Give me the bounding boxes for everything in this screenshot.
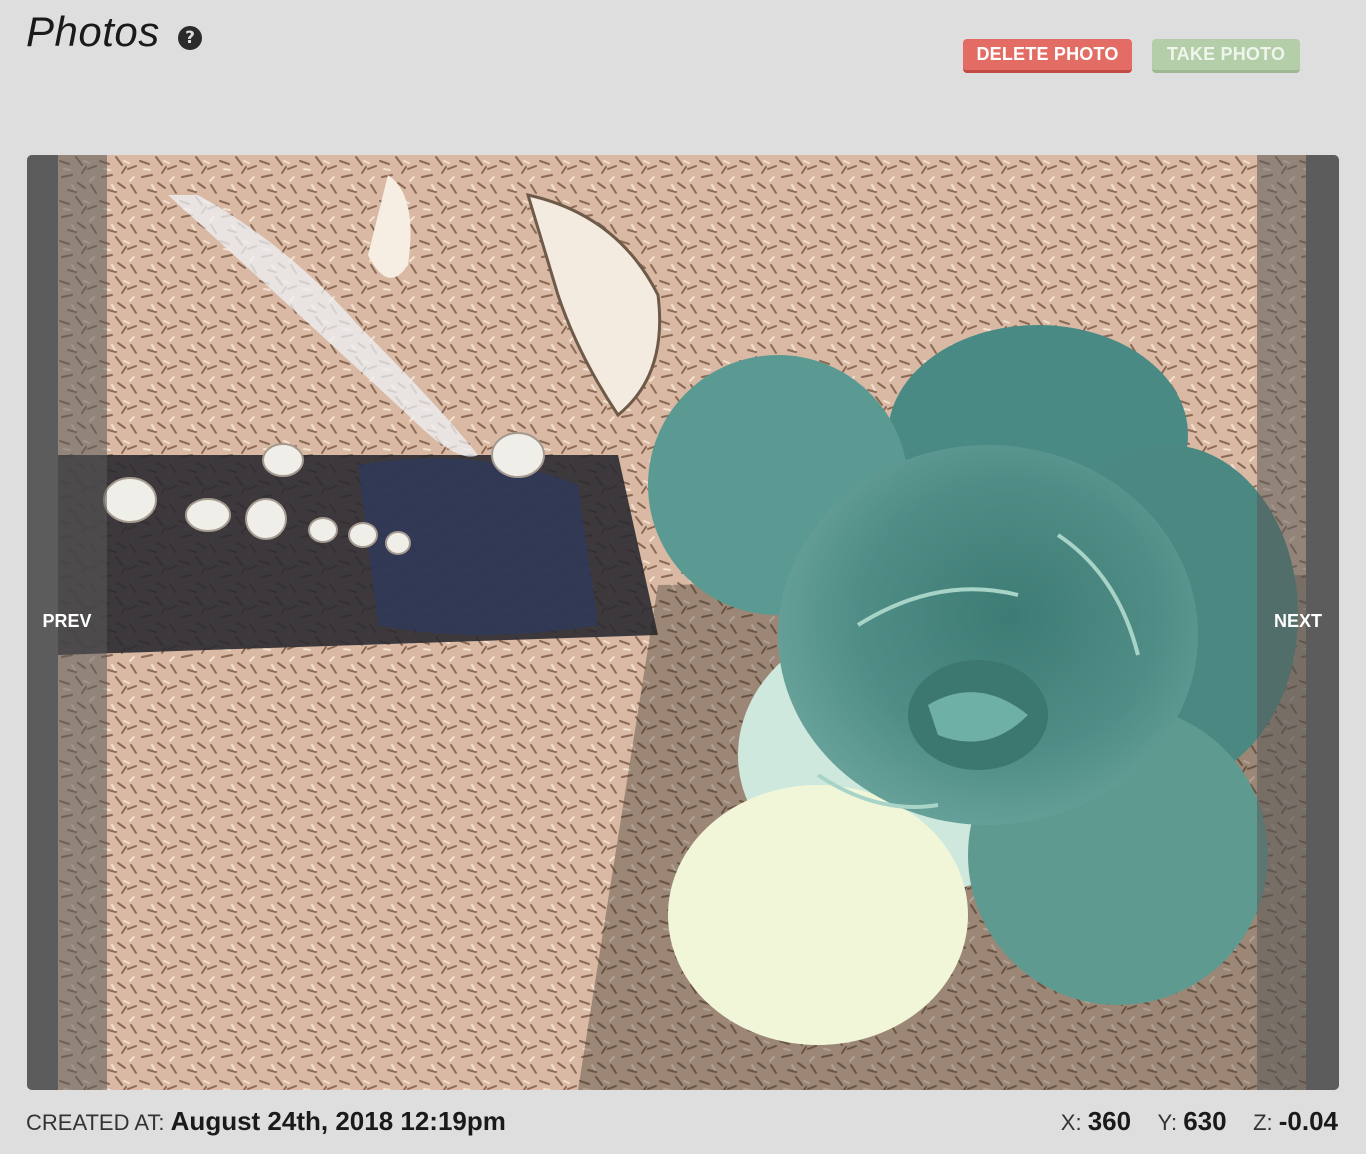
next-photo-button[interactable]: NEXT [1257,155,1339,1090]
z-label: Z: [1253,1110,1279,1135]
prev-label: PREV [42,611,92,631]
prev-photo-button[interactable]: PREV [27,155,107,1090]
z-value: -0.04 [1278,1106,1338,1136]
delete-photo-button[interactable]: DELETE PHOTO [963,39,1132,73]
photo-coordinates: X: 360 Y: 630 Z: -0.04 [1061,1106,1338,1137]
created-at: CREATED AT: August 24th, 2018 12:19pm [26,1106,506,1137]
y-label: Y: [1157,1110,1184,1135]
take-photo-button[interactable]: TAKE PHOTO [1152,39,1300,73]
x-label: X: [1060,1110,1088,1135]
created-at-value: August 24th, 2018 12:19pm [170,1106,506,1136]
x-value: 360 [1087,1106,1132,1136]
photo-viewer: PREV NEXT [27,155,1339,1090]
help-icon[interactable]: ? [178,26,202,50]
created-at-label: CREATED AT: [26,1110,171,1135]
next-label: NEXT [1273,611,1322,631]
page-title: Photos [26,8,160,55]
y-value: 630 [1183,1106,1227,1136]
garden-photo [58,155,1306,1090]
